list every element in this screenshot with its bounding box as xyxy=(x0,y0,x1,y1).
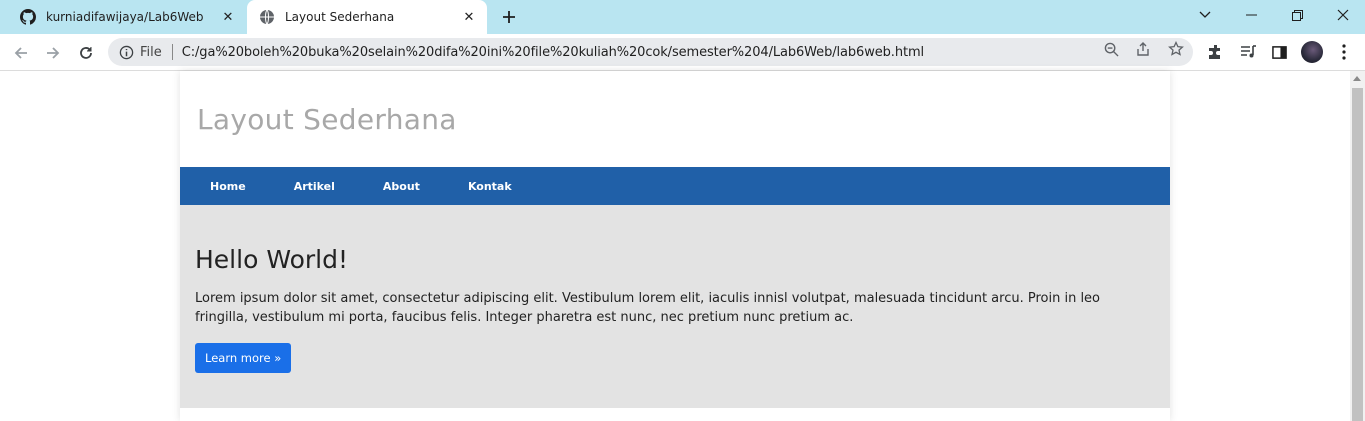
site-header: Layout Sederhana xyxy=(180,71,1170,167)
back-button[interactable] xyxy=(9,41,33,65)
reload-icon xyxy=(80,47,92,59)
profile-avatar[interactable] xyxy=(1301,41,1323,63)
menu-kebab-icon[interactable] xyxy=(1334,42,1354,62)
divider xyxy=(171,44,173,60)
media-control-icon[interactable] xyxy=(1238,42,1258,62)
page-container: Layout Sederhana Home Artikel About Kont… xyxy=(180,71,1170,421)
extensions-icon[interactable] xyxy=(1206,42,1226,62)
tab-strip: kurniadifawijaya/Lab6Web ✕ Layout Sederh… xyxy=(0,0,1365,34)
nav-home[interactable]: Home xyxy=(210,180,246,193)
bookmark-star-icon[interactable] xyxy=(1167,40,1185,58)
new-tab-button[interactable] xyxy=(498,6,520,28)
zoom-icon[interactable] xyxy=(1102,40,1120,58)
minimize-button[interactable] xyxy=(1228,0,1274,30)
minimize-icon xyxy=(1245,14,1257,16)
tab-search-button[interactable] xyxy=(1182,0,1228,30)
nav-about[interactable]: About xyxy=(383,180,420,193)
arrow-left-icon xyxy=(14,47,27,59)
scrollbar-thumb[interactable] xyxy=(1352,88,1363,421)
tab-layout-sederhana[interactable]: Layout Sederhana ✕ xyxy=(247,0,487,34)
github-icon xyxy=(20,9,36,25)
arrow-right-icon xyxy=(47,47,60,59)
close-window-button[interactable] xyxy=(1320,0,1365,30)
chevron-down-icon xyxy=(1199,11,1211,18)
reload-button[interactable] xyxy=(74,41,98,65)
forward-button[interactable] xyxy=(41,41,65,65)
close-icon xyxy=(1337,9,1349,21)
restore-icon xyxy=(1291,9,1303,21)
hero-text: Lorem ipsum dolor sit amet, consectetur … xyxy=(195,291,1101,325)
close-icon[interactable]: ✕ xyxy=(461,9,477,25)
globe-icon xyxy=(259,9,275,25)
learn-more-button[interactable]: Learn more » xyxy=(195,343,292,373)
address-bar[interactable]: File C:/ga%20boleh%20buka%20selain%20dif… xyxy=(108,38,1193,66)
plus-icon xyxy=(503,11,515,23)
side-panel-icon[interactable] xyxy=(1269,42,1289,62)
page-viewport: Layout Sederhana Home Artikel About Kont… xyxy=(0,71,1350,421)
site-title: Layout Sederhana xyxy=(197,102,457,136)
browser-toolbar: File C:/ga%20boleh%20buka%20selain%20dif… xyxy=(0,34,1365,71)
site-nav: Home Artikel About Kontak xyxy=(180,167,1170,205)
restore-button[interactable] xyxy=(1274,0,1320,30)
vertical-scrollbar[interactable] xyxy=(1350,71,1365,421)
share-icon[interactable] xyxy=(1134,40,1152,58)
url-text[interactable]: C:/ga%20boleh%20buka%20selain%20difa%20i… xyxy=(182,45,924,60)
scroll-up-arrow-icon[interactable] xyxy=(1353,76,1361,81)
tab-github[interactable]: kurniadifawijaya/Lab6Web ✕ xyxy=(8,0,246,34)
nav-kontak[interactable]: Kontak xyxy=(468,180,512,193)
hero-panel: Hello World! Lorem ipsum dolor sit amet,… xyxy=(180,205,1170,408)
close-icon[interactable]: ✕ xyxy=(220,9,236,25)
info-icon[interactable] xyxy=(118,44,134,60)
tab-title: Layout Sederhana xyxy=(285,10,395,24)
nav-artikel[interactable]: Artikel xyxy=(294,180,335,193)
scheme-label: File xyxy=(140,44,162,60)
tab-title: kurniadifawijaya/Lab6Web xyxy=(46,10,204,24)
hero-heading: Hello World! xyxy=(195,245,348,274)
